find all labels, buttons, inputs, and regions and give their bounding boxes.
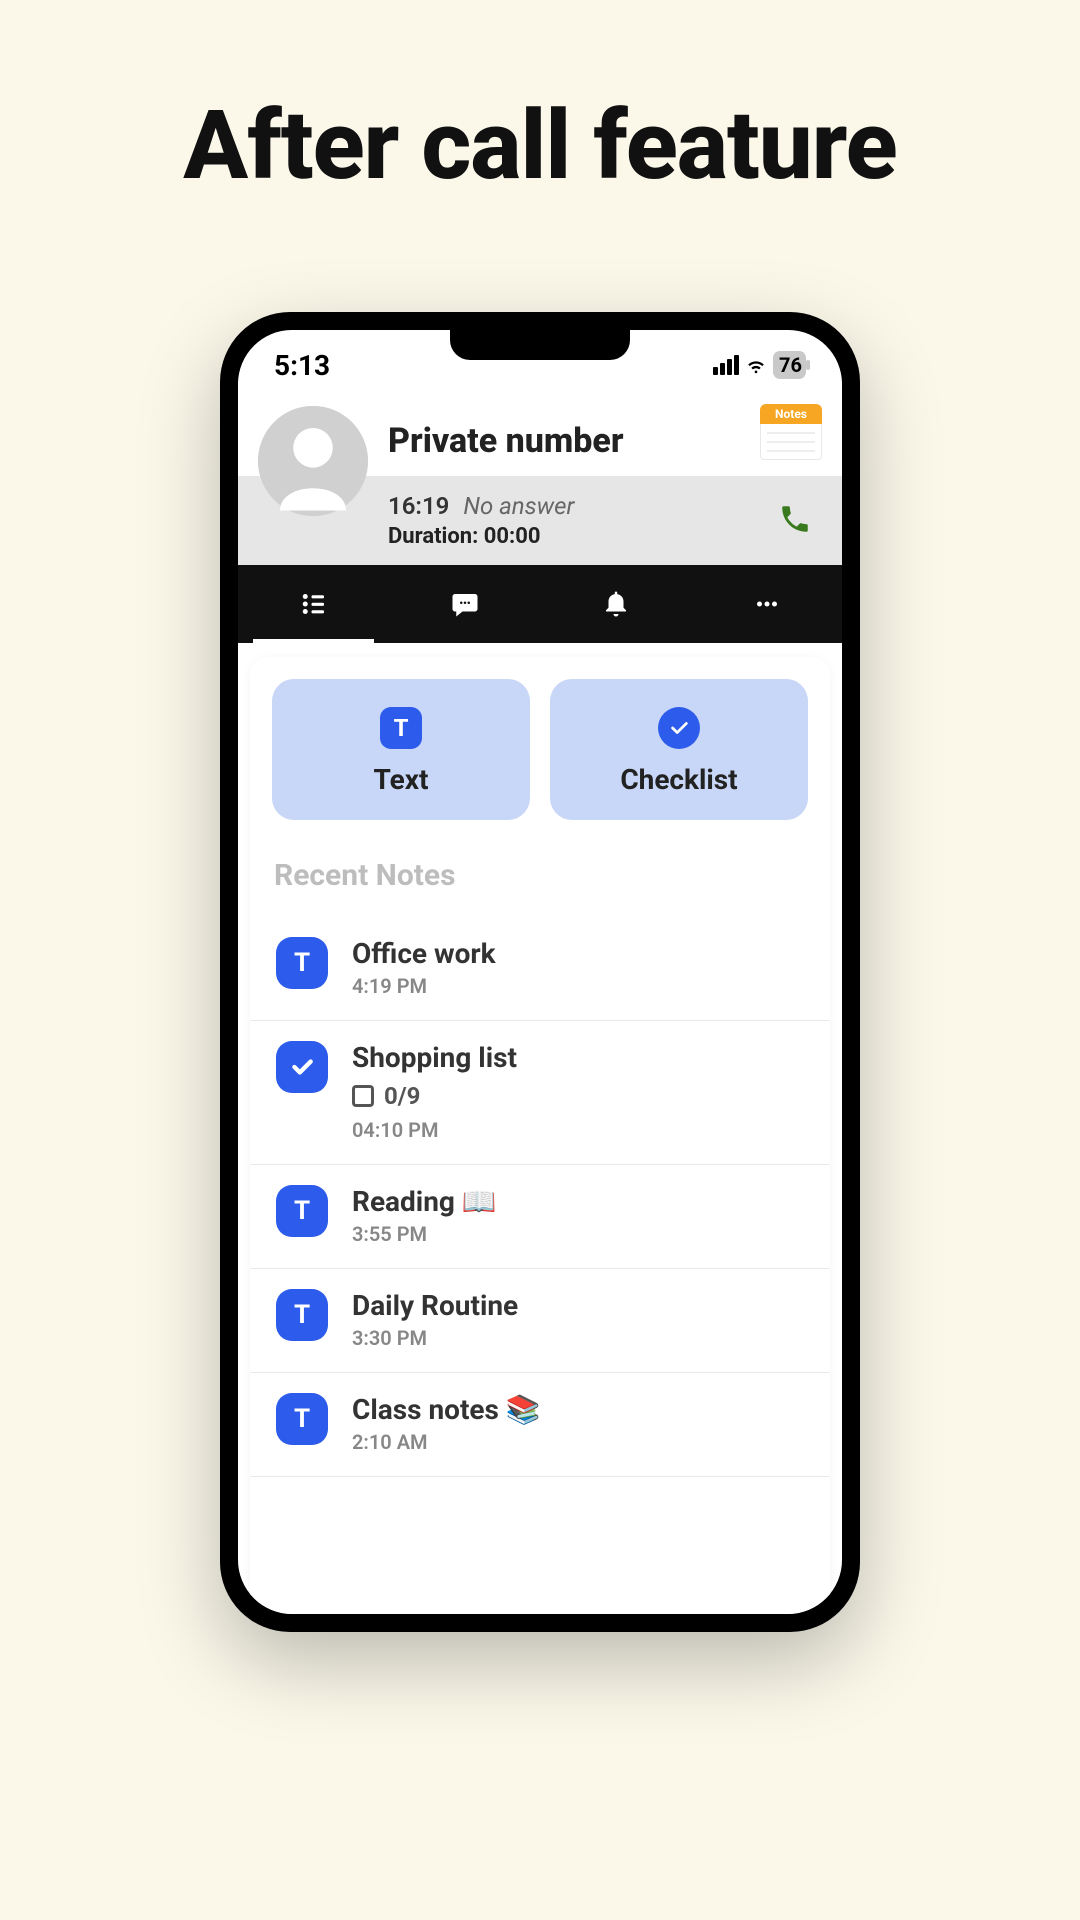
note-time: 2:10 AM [352,1430,541,1454]
note-time: 3:55 PM [352,1222,497,1246]
recent-notes-list: T Office work 4:19 PM Shopping list [250,917,830,1477]
avatar[interactable] [258,406,368,516]
list-icon [299,589,329,619]
text-icon: T [380,707,422,749]
caller-section: Private number Notes 16:19 No answer Dur… [238,394,842,565]
tab-list[interactable] [238,565,389,643]
call-duration: Duration: 00:00 [388,524,574,549]
progress-text: 0/9 [384,1082,420,1110]
status-right: 76 [713,351,806,379]
checklist-note-icon [276,1041,328,1093]
battery-indicator: 76 [773,351,806,379]
call-status: No answer [463,492,574,520]
content-card: T Text Checklist Recent Notes T Office w… [250,657,830,1614]
tab-bar [238,565,842,643]
recent-notes-header: Recent Notes [274,858,808,893]
note-item[interactable]: T Reading 📖 3:55 PM [250,1165,830,1269]
note-title: Reading 📖 [352,1185,497,1218]
note-item[interactable]: Shopping list 0/9 04:10 PM [250,1021,830,1165]
battery-level: 76 [779,353,802,377]
note-title: Class notes 📚 [352,1393,541,1426]
chat-icon [450,589,480,619]
note-time: 4:19 PM [352,974,496,998]
call-time-status: 16:19 No answer [388,492,574,520]
caller-name: Private number [388,421,624,461]
note-time: 04:10 PM [352,1118,517,1142]
phone-frame: 5:13 76 Pr [220,312,860,1632]
call-back-button[interactable] [778,502,812,540]
check-icon [658,707,700,749]
note-time: 3:30 PM [352,1326,518,1350]
note-title: Office work [352,937,496,970]
new-checklist-button[interactable]: Checklist [550,679,808,820]
more-icon [752,589,782,619]
notes-app-icon[interactable]: Notes [760,404,822,460]
note-progress: 0/9 [352,1082,517,1110]
tab-chat[interactable] [389,565,540,643]
checklist-btn-label: Checklist [620,763,737,796]
new-text-note-button[interactable]: T Text [272,679,530,820]
tab-more[interactable] [691,565,842,643]
notes-tag-label: Notes [760,404,822,424]
note-item[interactable]: T Daily Routine 3:30 PM [250,1269,830,1373]
phone-notch [450,330,630,360]
checkbox-icon [352,1085,374,1107]
text-note-icon: T [276,937,328,989]
status-time: 5:13 [274,349,330,382]
bell-icon [601,589,631,619]
note-item[interactable]: T Office work 4:19 PM [250,917,830,1021]
phone-screen: 5:13 76 Pr [238,330,842,1614]
page-title: After call feature [0,0,1080,202]
text-btn-label: Text [374,763,429,796]
note-title: Shopping list [352,1041,517,1074]
cellular-signal-icon [713,355,739,375]
text-note-icon: T [276,1393,328,1445]
note-type-selector: T Text Checklist [272,679,808,820]
text-note-icon: T [276,1289,328,1341]
wifi-icon [745,354,767,376]
tab-notifications[interactable] [540,565,691,643]
text-note-icon: T [276,1185,328,1237]
note-item[interactable]: T Class notes 📚 2:10 AM [250,1373,830,1477]
note-title: Daily Routine [352,1289,518,1322]
call-time: 16:19 [388,492,449,520]
